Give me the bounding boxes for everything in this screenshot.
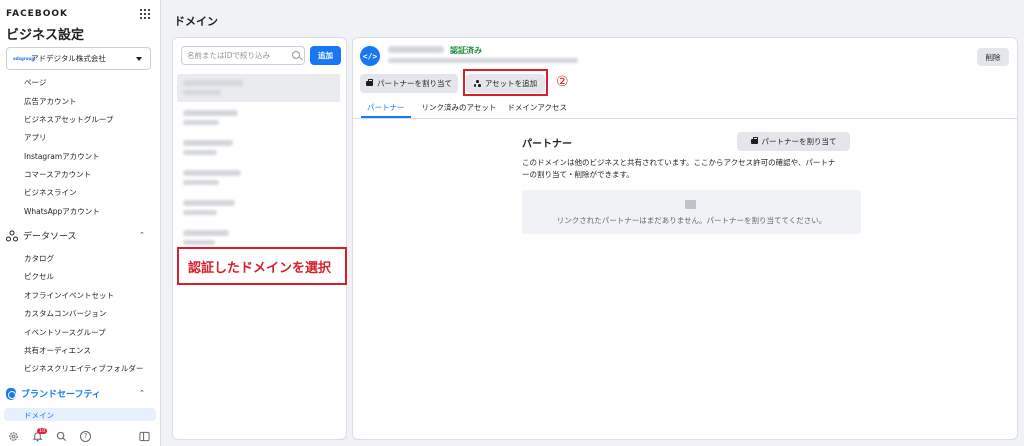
domain-list-item[interactable]: [177, 164, 340, 192]
sidebar-item-business-line[interactable]: ビジネスライン: [24, 187, 77, 198]
annotation-callout-select-domain: 認証したドメインを選択: [177, 247, 347, 285]
annotation-box-add-asset: [463, 69, 548, 96]
sidebar-item-whatsapp[interactable]: WhatsAppアカウント: [24, 206, 100, 217]
gear-icon[interactable]: [8, 431, 19, 442]
briefcase-icon: [750, 137, 758, 144]
section-label: ブランドセーフティ: [21, 390, 101, 400]
sidebar-item-commerce[interactable]: コマースアカウント: [24, 169, 91, 180]
tab-linked-assets[interactable]: リンク済みのアセット: [422, 100, 497, 118]
briefcase-icon: [685, 200, 696, 209]
page-heading: ビジネス設定: [6, 28, 85, 43]
partners-description: このドメインは他のビジネスと共有されています。ここからアクセス許可の確認や、パー…: [522, 157, 862, 181]
sidebar-item-domains[interactable]: ドメイン: [24, 410, 54, 421]
notification-badge: 10: [37, 428, 48, 434]
delete-button[interactable]: 削除: [977, 48, 1009, 66]
shield-icon: [6, 387, 16, 400]
section-data-sources[interactable]: データソース ⌃: [6, 229, 151, 242]
domain-list-item[interactable]: [177, 104, 340, 132]
sidebar-item-event-source-groups[interactable]: イベントソースグループ: [24, 327, 106, 338]
section-brand-safety[interactable]: ブランドセーフティ ⌃: [6, 387, 151, 400]
domain-list-item[interactable]: [177, 194, 340, 222]
tab-partners[interactable]: パートナー: [361, 100, 411, 118]
search-icon[interactable]: [56, 431, 67, 442]
assign-partner-button-secondary[interactable]: パートナーを割り当て: [737, 132, 850, 151]
annotation-number-2: ②: [556, 74, 569, 90]
tab-domain-access[interactable]: ドメインアクセス: [507, 100, 567, 118]
sidebar-footer: ?: [0, 428, 161, 446]
sidebar-item-shared-audiences[interactable]: 共有オーディエンス: [24, 345, 91, 356]
sidebar: FACEBOOK ビジネス設定 adsgroup アドデジタル株式会社 ページ …: [0, 0, 161, 446]
description-line: ーの割り当て・削除ができます。: [522, 170, 634, 179]
chevron-up-icon: ⌃: [139, 389, 145, 397]
tab-divider: [353, 118, 1017, 119]
sidebar-item-custom-conversions[interactable]: カスタムコンバージョン: [24, 308, 106, 319]
sidebar-item-pages[interactable]: ページ: [24, 77, 46, 88]
business-name: アドデジタル株式会社: [31, 54, 106, 63]
page-title: ドメイン: [174, 15, 218, 28]
sidebar-item-apps[interactable]: アプリ: [24, 132, 47, 143]
sidebar-item-catalog[interactable]: カタログ: [24, 253, 54, 264]
domain-list-item-selected[interactable]: [177, 74, 340, 102]
description-line: このドメインは他のビジネスと共有されています。ここからアクセス許可の確認や、パー…: [522, 158, 836, 167]
business-logo: adsgroup: [13, 56, 35, 61]
facebook-logo: FACEBOOK: [6, 9, 68, 19]
sidebar-toggle-icon[interactable]: [139, 431, 150, 442]
apps-grid-icon[interactable]: [140, 9, 150, 19]
domain-list-item[interactable]: [177, 134, 340, 162]
sidebar-item-creative-folders[interactable]: ビジネスクリエイティブフォルダー: [24, 363, 143, 374]
empty-state-message: リンクされたパートナーはまだありません。パートナーを割り当ててください。: [556, 216, 827, 225]
assign-partner-label: パートナーを割り当て: [761, 137, 837, 146]
chevron-up-icon: ⌃: [139, 231, 145, 239]
search-field[interactable]: [181, 46, 305, 65]
add-button[interactable]: 追加: [310, 46, 341, 65]
sidebar-item-instagram[interactable]: Instagramアカウント: [24, 151, 100, 162]
empty-state: リンクされたパートナーはまだありません。パートナーを割り当ててください。: [522, 190, 861, 234]
data-sources-icon: [6, 230, 18, 241]
chevron-down-icon: [136, 57, 142, 61]
help-icon[interactable]: ?: [80, 431, 91, 442]
business-selector[interactable]: adsgroup アドデジタル株式会社: [6, 47, 151, 70]
section-label: データソース: [23, 232, 77, 242]
status-badge: 認証済み: [450, 46, 482, 55]
sidebar-item-asset-groups[interactable]: ビジネスアセットグループ: [24, 114, 113, 125]
detail-tabs: パートナー リンク済みのアセット ドメインアクセス: [361, 100, 578, 118]
code-icon: </>: [360, 46, 380, 66]
domain-detail-panel: </> 認証済み 削除 パートナーを割り当て アセットを追加 ② パートナー リ…: [352, 37, 1018, 440]
sidebar-item-offline-events[interactable]: オフラインイベントセット: [24, 290, 114, 301]
search-icon: [292, 51, 300, 59]
search-input[interactable]: [182, 47, 292, 64]
assign-partner-button[interactable]: パートナーを割り当て: [360, 74, 458, 93]
briefcase-icon: [366, 79, 373, 86]
domain-list-panel: 追加: [172, 37, 347, 440]
assign-partner-label: パートナーを割り当て: [377, 79, 452, 88]
sidebar-item-ad-accounts[interactable]: 広告アカウント: [24, 96, 77, 107]
sidebar-item-pixels[interactable]: ピクセル: [24, 271, 54, 282]
partners-heading: パートナー: [522, 139, 572, 150]
